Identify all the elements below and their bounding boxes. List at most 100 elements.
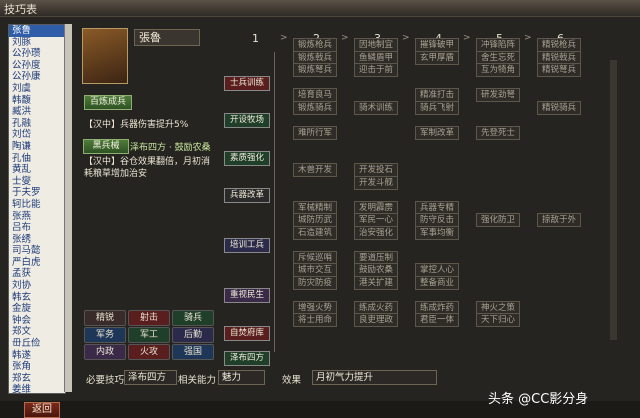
officer-list-item[interactable]: 司马懿 <box>9 245 65 257</box>
officer-list-item[interactable]: 公孙康 <box>9 71 65 83</box>
tree-group-node[interactable]: 培训工兵 <box>224 238 270 253</box>
tree-skill-node[interactable]: 难所行军 <box>293 125 337 140</box>
officer-list-item[interactable]: 张角 <box>9 361 65 373</box>
tree-skill-node[interactable]: 研发劲弩 <box>476 88 520 102</box>
skill2-name: 泽布四方 · 鼓励农桑 <box>130 143 211 153</box>
officer-list-item[interactable]: 黄乱 <box>9 164 65 176</box>
tree-skill-node[interactable]: 玄甲厚盾 <box>415 50 459 65</box>
officer-list-item[interactable]: 严白虎 <box>9 257 65 269</box>
tree-skill-node[interactable]: 治安强化 <box>354 225 398 240</box>
character-name: 張魯 <box>134 29 200 46</box>
tree-skill-node[interactable]: 将士用命 <box>293 313 337 327</box>
officer-list-item[interactable]: 韩玄 <box>9 292 65 304</box>
officer-list-item[interactable]: 张绣 <box>9 234 65 246</box>
skill2-description: 【汉中】谷仓效果翻倍，月初消耗粮草增加治安 <box>84 157 211 179</box>
tree-skill-node[interactable]: 良吏理政 <box>354 313 398 327</box>
tree-skill-node[interactable]: 骑术训练 <box>354 100 398 115</box>
tree-skill-node[interactable]: 迎击于前 <box>354 63 398 77</box>
tree-column-arrow: > <box>524 33 532 43</box>
tree-skill-node[interactable]: 先登死士 <box>476 125 520 140</box>
officer-list-item[interactable]: 陶谦 <box>9 141 65 153</box>
tree-skill-node[interactable]: 强化防卫 <box>476 213 520 227</box>
tree-skill-node[interactable]: 互为犄角 <box>476 63 520 77</box>
officer-list-item[interactable]: 臧洪 <box>9 106 65 118</box>
category-button[interactable]: 内政 <box>84 344 126 360</box>
officer-list-item[interactable]: 郑文 <box>9 326 65 338</box>
officer-list-item[interactable]: 张燕 <box>9 211 65 223</box>
category-grid: 精锐 射击 骑兵军务 军工 后勤内政 火攻 强国 <box>84 310 214 362</box>
title-bar <box>0 0 640 16</box>
category-button[interactable]: 火攻 <box>128 344 170 360</box>
related-ability-value: 魅力 <box>218 370 265 385</box>
tree-skill-node[interactable]: 骑兵飞射 <box>415 100 459 115</box>
tree-column-arrow: > <box>341 33 349 43</box>
officer-list-item[interactable]: 金旋 <box>9 303 65 315</box>
category-button[interactable]: 军工 <box>128 327 170 343</box>
officer-list-item[interactable]: 毌丘俭 <box>9 338 65 350</box>
tree-skill-node[interactable]: 军事均衡 <box>415 225 459 240</box>
watermark: 头条 @CC影分身 <box>488 392 589 407</box>
category-button[interactable]: 射击 <box>128 310 170 326</box>
category-button[interactable]: 精锐 <box>84 310 126 326</box>
category-button[interactable]: 后勤 <box>172 327 214 343</box>
officer-list-item[interactable]: 张鲁 <box>9 25 65 37</box>
tree-skill-node[interactable]: 木兽开发 <box>293 163 337 177</box>
tree-group-node[interactable]: 兵器改革 <box>224 188 270 203</box>
effect-value: 月初气力提升 <box>312 370 437 385</box>
tree-group-node[interactable]: 泽布四方 <box>224 350 270 366</box>
officer-list-item[interactable]: 刘岱 <box>9 129 65 141</box>
tree-skill-node[interactable]: 君臣一体 <box>415 313 459 327</box>
tree-group-node[interactable]: 重视民生 <box>224 288 270 303</box>
category-button[interactable]: 强国 <box>172 344 214 360</box>
tree-group-node[interactable]: 素质强化 <box>224 150 270 166</box>
officer-list-item[interactable]: 韩遂 <box>9 350 65 362</box>
tech-tree-scrollbar[interactable] <box>610 60 617 340</box>
officer-list-item[interactable]: 公孙瓒 <box>9 48 65 60</box>
skill1-button[interactable]: 百炼成兵 <box>84 95 132 110</box>
tree-skill-node[interactable]: 锻炼骑兵 <box>293 100 337 115</box>
officer-list-item[interactable]: 公孙度 <box>9 60 65 72</box>
tree-connector <box>274 52 275 352</box>
tree-skill-node[interactable]: 掠敌于外 <box>537 213 581 227</box>
skill1-description: 【汉中】兵器伤害提升5% <box>84 120 189 130</box>
tree-skill-node[interactable]: 军制改革 <box>415 125 459 140</box>
tree-skill-node[interactable]: 整备商业 <box>415 275 459 290</box>
tech-tree: 1>2>3>4>5>6士兵训练开设牧场素质强化兵器改革培训工兵重视民生自焚府库泽… <box>222 22 602 368</box>
officer-list-item[interactable]: 刘豚 <box>9 37 65 49</box>
officer-list-scrollbar[interactable] <box>64 24 72 392</box>
officer-list-item[interactable]: 孔伷 <box>9 153 65 165</box>
window-title: 技巧表 <box>4 3 37 16</box>
tree-skill-node[interactable]: 精锐弩兵 <box>537 63 581 77</box>
officer-list[interactable]: 张鲁 刘豚 公孙瓒 公孙度 公孙康 刘虞 韩馥 臧洪 孔融 刘岱 陶谦 孔伷 黄乱 士燮 于夫罗 轲比能 张燕吕… <box>8 24 66 394</box>
tree-group-node[interactable]: 自焚府库 <box>224 325 270 341</box>
officer-list-item[interactable]: 郑玄 <box>9 373 65 385</box>
tree-skill-node[interactable]: 锻炼弩兵 <box>293 63 337 77</box>
officer-list-item[interactable]: 于夫罗 <box>9 187 65 199</box>
tree-skill-node[interactable]: 防灾防疫 <box>293 275 337 290</box>
officer-list-item[interactable]: 孔融 <box>9 118 65 130</box>
officer-list-item[interactable]: 吕布 <box>9 222 65 234</box>
required-skill-label: 必要技巧 <box>86 375 125 386</box>
officer-list-item[interactable]: 韩馥 <box>9 95 65 107</box>
officer-list-item[interactable]: 轲比能 <box>9 199 65 211</box>
tree-skill-node[interactable]: 石造建筑 <box>293 225 337 240</box>
officer-list-item[interactable]: 姜维 <box>9 384 65 393</box>
tree-skill-node[interactable]: 港关扩建 <box>354 275 398 290</box>
officer-list-item[interactable]: 士燮 <box>9 176 65 188</box>
tree-column-arrow: > <box>280 33 288 43</box>
tree-skill-node[interactable]: 开发斗舰 <box>354 175 398 190</box>
tree-group-node[interactable]: 开设牧场 <box>224 113 270 128</box>
tree-skill-node[interactable]: 精锐骑兵 <box>537 100 581 115</box>
skill2-button[interactable]: 黑兵械 <box>83 139 129 154</box>
officer-list-item[interactable]: 钟会 <box>9 315 65 327</box>
related-ability-label: 相关能力 <box>178 375 217 386</box>
category-button[interactable]: 军务 <box>84 327 126 343</box>
back-button[interactable]: 返回 <box>24 402 60 418</box>
tree-group-node[interactable]: 士兵训练 <box>224 75 270 91</box>
tree-column-arrow: > <box>463 33 471 43</box>
officer-list-item[interactable]: 刘虞 <box>9 83 65 95</box>
category-button[interactable]: 骑兵 <box>172 310 214 326</box>
officer-list-item[interactable]: 刘协 <box>9 280 65 292</box>
tree-skill-node[interactable]: 天下归心 <box>476 313 520 327</box>
officer-list-item[interactable]: 孟获 <box>9 268 65 280</box>
